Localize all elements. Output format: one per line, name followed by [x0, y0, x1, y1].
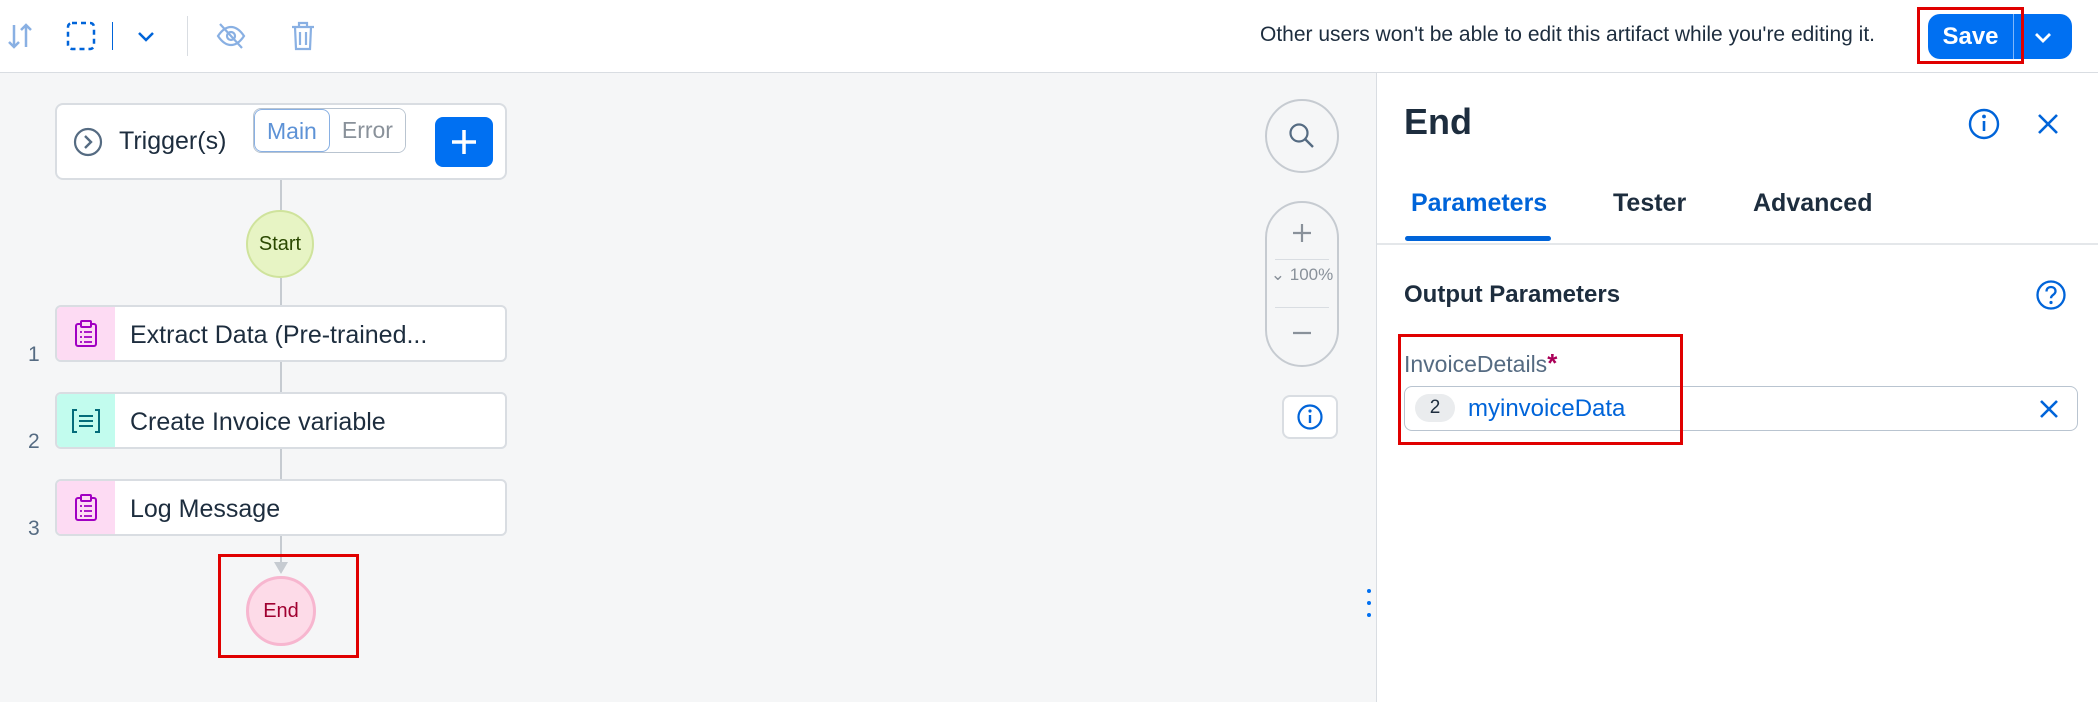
chevron-down-icon — [2035, 32, 2051, 43]
invoice-details-field[interactable]: 2 myinvoiceData — [1404, 386, 2078, 431]
zoom-in-button[interactable] — [1267, 213, 1337, 253]
clear-icon[interactable] — [2035, 395, 2063, 423]
canvas-info-button[interactable] — [1282, 395, 1338, 439]
step-number: 2 — [28, 430, 40, 453]
info-icon — [1297, 404, 1323, 430]
tab-advanced[interactable]: Advanced — [1753, 189, 1872, 218]
properties-panel: End Parameters Tester Advanced Output Pa… — [1376, 73, 2098, 702]
chevron-down-icon[interactable] — [126, 16, 166, 56]
add-trigger-button[interactable] — [435, 117, 493, 167]
minus-icon — [1293, 331, 1311, 335]
list-variable-icon — [57, 394, 115, 447]
active-tab-indicator — [1405, 236, 1551, 241]
zoom-out-button[interactable] — [1267, 313, 1337, 353]
step-number: 1 — [28, 343, 40, 366]
required-marker: * — [1547, 348, 1558, 378]
plus-icon — [452, 130, 476, 154]
trigger-segmented-control: Main Error — [253, 108, 406, 153]
step-label: Create Invoice variable — [130, 408, 386, 436]
search-button[interactable] — [1265, 99, 1339, 173]
segment-main[interactable]: Main — [254, 109, 330, 152]
editing-lock-notice: Other users won't be able to edit this a… — [1260, 23, 1875, 46]
select-area-icon[interactable] — [61, 16, 101, 56]
flow-arrow-icon — [274, 562, 288, 574]
close-icon[interactable] — [2033, 109, 2063, 139]
flow-step-2[interactable]: Create Invoice variable — [55, 392, 507, 449]
flow-step-1[interactable]: Extract Data (Pre-trained... — [55, 305, 507, 362]
zoom-level-value: 100% — [1289, 265, 1334, 284]
plus-icon — [1293, 224, 1311, 242]
top-toolbar: Other users won't be able to edit this a… — [0, 0, 2098, 73]
sort-icon[interactable] — [0, 16, 40, 56]
trigger-card[interactable]: Trigger(s) Main Error — [55, 103, 507, 180]
zoom-control: ⌄ 100% — [1265, 201, 1339, 367]
token-number-badge: 2 — [1415, 394, 1455, 422]
trigger-label: Trigger(s) — [119, 127, 227, 155]
tab-tester[interactable]: Tester — [1613, 189, 1686, 218]
panel-resize-handle[interactable] — [1366, 589, 1372, 617]
panel-title: End — [1404, 101, 1472, 142]
step-label: Extract Data (Pre-trained... — [130, 321, 428, 349]
param-label: InvoiceDetails* — [1404, 348, 1557, 379]
clipboard-icon — [57, 307, 115, 360]
save-options-button[interactable] — [2014, 14, 2072, 59]
end-node[interactable]: End — [246, 576, 316, 646]
tab-parameters[interactable]: Parameters — [1411, 189, 1547, 218]
step-number: 3 — [28, 517, 40, 540]
integration-flow-canvas[interactable]: Trigger(s) Main Error Start Extract Data… — [0, 73, 1375, 702]
zoom-level-select[interactable]: ⌄ 100% — [1267, 265, 1337, 285]
segment-error[interactable]: Error — [329, 109, 405, 152]
step-label: Log Message — [130, 495, 281, 523]
token-value[interactable]: myinvoiceData — [1468, 395, 1625, 423]
save-button-group: Save — [1928, 14, 2072, 59]
expand-circle-icon[interactable] — [73, 127, 103, 157]
clipboard-icon — [57, 481, 115, 534]
flow-step-3[interactable]: Log Message — [55, 479, 507, 536]
search-icon — [1289, 123, 1314, 148]
panel-tabs: Parameters Tester Advanced — [1377, 173, 2098, 245]
hide-icon[interactable] — [211, 16, 251, 56]
chevron-down-icon: ⌄ — [1270, 265, 1286, 284]
help-icon[interactable] — [2035, 279, 2067, 311]
info-icon[interactable] — [1967, 107, 2001, 141]
section-title: Output Parameters — [1404, 281, 1621, 308]
delete-icon[interactable] — [283, 16, 323, 56]
save-button[interactable]: Save — [1928, 14, 2014, 59]
param-label-text: InvoiceDetails — [1404, 351, 1548, 377]
start-node[interactable]: Start — [246, 210, 314, 278]
